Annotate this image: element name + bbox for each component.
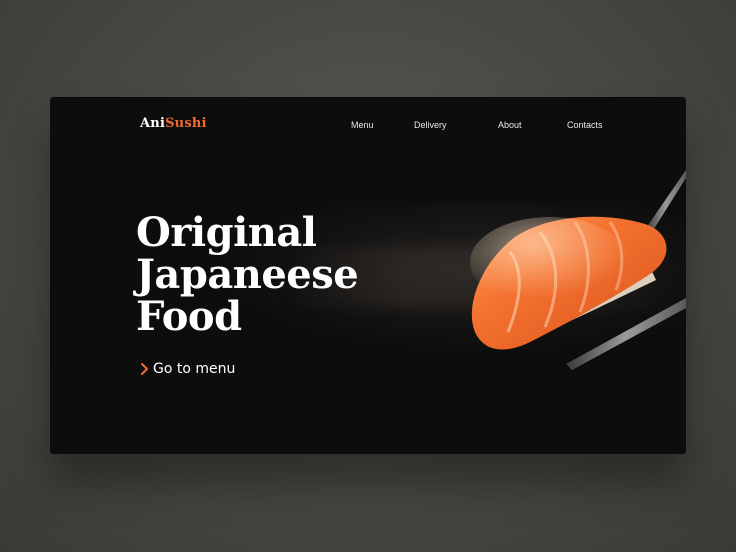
sushi-image (470, 170, 686, 370)
brand-name-part1: Ani (140, 116, 166, 131)
nav-item-contacts[interactable]: Contacts (567, 120, 603, 130)
hero-title: Original Japaneese Food (136, 209, 359, 340)
hero-title-line1: Original (136, 209, 317, 256)
chopstick-back (646, 170, 686, 232)
nav-item-delivery[interactable]: Delivery (414, 120, 447, 130)
brand-logo[interactable]: AniSushi (140, 116, 207, 131)
go-to-menu-link[interactable]: Go to menu (139, 361, 235, 377)
brand-name-part2: Sushi (165, 116, 207, 131)
hero-title-line2: Japaneese (136, 251, 359, 298)
go-to-menu-label: Go to menu (153, 361, 236, 377)
nav-item-menu[interactable]: Menu (351, 120, 374, 130)
hero-card: AniSushi Menu Delivery About Contacts Or… (50, 97, 686, 454)
chevron-right-icon (141, 363, 148, 375)
hero-title-line3: Food (136, 293, 242, 340)
nav-item-about[interactable]: About (498, 120, 522, 130)
